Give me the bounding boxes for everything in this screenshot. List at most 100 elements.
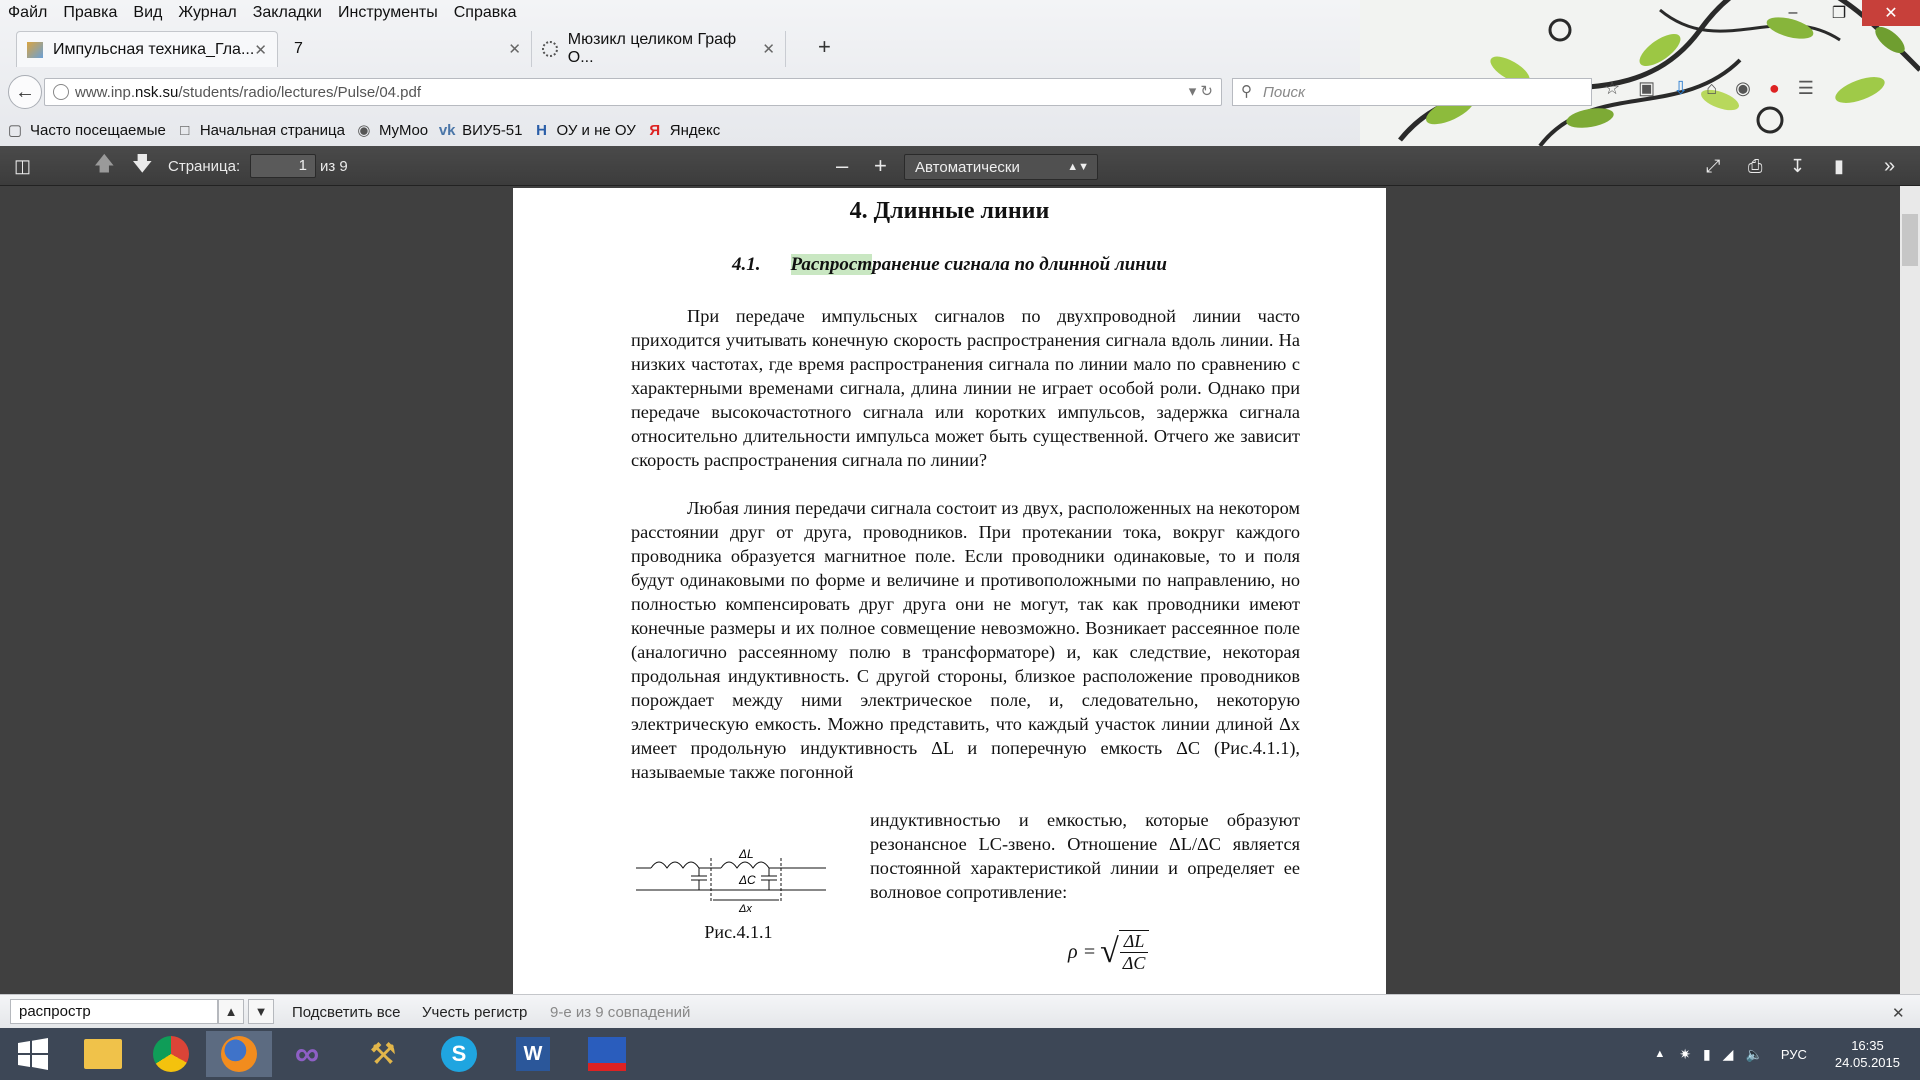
close-tab-icon[interactable]: ✕	[762, 40, 775, 58]
menu-help[interactable]: Справка	[454, 4, 517, 22]
section-title: 4.1. Распространение сигнала по длинной л…	[513, 254, 1386, 276]
adblock-icon[interactable]: ●	[1769, 78, 1780, 99]
home-icon[interactable]: ⌂	[1706, 78, 1717, 99]
url-bar[interactable]: www.inp. nsk.su/students/radio/lectures/P…	[44, 78, 1222, 106]
taskbar-circuit-app[interactable]	[574, 1031, 640, 1077]
previous-page-icon[interactable]: 🡅	[94, 146, 115, 186]
back-button[interactable]: ←	[8, 75, 42, 109]
search-input[interactable]: ⚲ Поиск	[1232, 78, 1592, 106]
highlight-all-toggle[interactable]: Подсветить все	[292, 1004, 400, 1021]
taskbar-visual-studio[interactable]: ∞	[274, 1031, 340, 1077]
chevron-updown-icon: ▲▼	[1067, 161, 1089, 173]
url-prefix: www.inp.	[75, 83, 136, 101]
search-placeholder: Поиск	[1263, 83, 1306, 101]
taskbar-word[interactable]: W	[500, 1031, 566, 1077]
menu-edit[interactable]: Правка	[63, 4, 117, 22]
page-number-input[interactable]: 1	[250, 154, 316, 178]
figure-caption: Рис.4.1.1	[704, 922, 773, 942]
paragraph-2: Любая линия передачи сигнала состоит из …	[631, 496, 1300, 784]
zoom-out-button[interactable]: –	[836, 146, 848, 186]
find-next-button[interactable]: ▼	[248, 999, 274, 1024]
new-tab-button[interactable]: +	[818, 34, 831, 60]
oscilloscope-icon	[588, 1037, 626, 1071]
tab-strip: Импульсная техника_Гла... ✕ 7 ✕ Мюзикл ц…	[16, 31, 786, 67]
yandex-icon: Я	[649, 121, 661, 139]
minimize-button[interactable]: –	[1770, 0, 1816, 26]
bookmark-label: Часто посещаемые	[30, 121, 166, 139]
taskbar-chrome[interactable]	[138, 1031, 204, 1077]
page-label: Страница:	[168, 157, 241, 175]
tools-icon: ⚒	[369, 1037, 397, 1071]
start-button[interactable]	[0, 1031, 66, 1077]
maximize-button[interactable]: ❐	[1816, 0, 1862, 26]
bookmark-ou[interactable]: H ОУ и не ОУ	[533, 122, 636, 139]
star-icon[interactable]: ☆	[1604, 78, 1620, 99]
paragraph-text: При передаче импульсных сигналов по двух…	[631, 306, 1300, 470]
chapter-title: 4. Длинные линии	[849, 198, 1050, 224]
input-language[interactable]: РУС	[1781, 1047, 1807, 1062]
taskbar-tools[interactable]: ⚒	[350, 1031, 416, 1077]
bookmark-yandex[interactable]: Я Яндекс	[646, 122, 720, 139]
image-favicon-icon	[27, 41, 43, 58]
battery-icon[interactable]: ▮	[1703, 1046, 1711, 1063]
download-icon[interactable]: ⇩	[1673, 78, 1688, 99]
clipboard-icon[interactable]: ▣	[1638, 78, 1655, 99]
find-bar	[0, 994, 1920, 1028]
presentation-mode-icon[interactable]: ⤢	[1706, 146, 1720, 186]
bookmark-viu[interactable]: vk ВИУ5-51	[438, 122, 523, 139]
volume-icon[interactable]: 🔈	[1745, 1046, 1762, 1063]
menu-bar: Файл Правка Вид Журнал Закладки Инструме…	[0, 0, 533, 26]
close-tab-icon[interactable]: ✕	[254, 41, 267, 59]
taskbar-skype[interactable]: S	[426, 1031, 492, 1077]
menu-file[interactable]: Файл	[8, 4, 47, 22]
close-tab-icon[interactable]: ✕	[508, 40, 521, 58]
menu-tools[interactable]: Инструменты	[338, 4, 438, 22]
find-input[interactable]: распростр	[10, 999, 218, 1024]
skype-icon: S	[441, 1036, 477, 1072]
window-controls: – ❐ ✕	[1770, 0, 1920, 26]
menu-view[interactable]: Вид	[133, 4, 162, 22]
next-page-icon[interactable]: 🡇	[132, 146, 153, 186]
signal-icon[interactable]: ◢	[1723, 1046, 1734, 1063]
mymoo-icon: ◉	[357, 122, 371, 139]
scrollbar[interactable]	[1900, 186, 1920, 994]
search-highlight: Распрост	[790, 254, 873, 275]
tab-7[interactable]: 7 ✕	[278, 31, 532, 67]
taskbar-firefox[interactable]	[206, 1031, 272, 1077]
menu-bookmarks[interactable]: Закладки	[253, 4, 322, 22]
globe-icon	[53, 84, 69, 100]
taskbar-explorer[interactable]	[70, 1031, 136, 1077]
save-icon[interactable]: ↧	[1790, 146, 1805, 186]
tab-pulse-pdf[interactable]: Импульсная техника_Гла... ✕	[16, 31, 278, 67]
loading-favicon-icon	[542, 41, 558, 57]
zoom-select[interactable]: Автоматически ▲▼	[904, 154, 1098, 180]
chat-icon[interactable]: ◉	[1735, 78, 1751, 99]
scrollbar-thumb[interactable]	[1902, 214, 1918, 266]
close-findbar-icon[interactable]: ✕	[1892, 1004, 1905, 1022]
bookmark-icon[interactable]: ▮	[1834, 146, 1844, 186]
formula-lhs: ρ =	[1068, 940, 1097, 963]
reload-icon[interactable]: ▾ ↻	[1189, 82, 1213, 100]
network-icon[interactable]: ✷	[1679, 1046, 1691, 1063]
clock[interactable]: 16:35 24.05.2015	[1835, 1037, 1900, 1071]
print-icon[interactable]: ⎙	[1748, 146, 1762, 186]
fraction: ΔL ΔC	[1118, 930, 1150, 974]
tab-musical[interactable]: Мюзикл целиком Граф О... ✕	[532, 31, 786, 67]
chevron-up-icon[interactable]: ▲	[1654, 1048, 1665, 1060]
menu-icon[interactable]: ☰	[1798, 78, 1814, 99]
sidebar-toggle-icon[interactable]: ◫	[14, 146, 31, 186]
find-previous-button[interactable]: ▲	[218, 999, 244, 1024]
close-window-button[interactable]: ✕	[1862, 0, 1920, 26]
bookmark-mymoo[interactable]: ◉ MyMoo	[355, 121, 428, 140]
bookmark-most-visited[interactable]: ▢ Часто посещаемые	[6, 121, 166, 140]
clock-time: 16:35	[1851, 1038, 1884, 1053]
menu-history[interactable]: Журнал	[178, 4, 236, 22]
bookmark-start-page[interactable]: □ Начальная страница	[176, 122, 345, 139]
sqrt-icon: √	[1100, 933, 1119, 970]
tools-chevron-icon[interactable]: »	[1884, 146, 1895, 186]
zoom-in-button[interactable]: +	[874, 146, 887, 186]
url-path: /students/radio/lectures/Pulse/04.pdf	[178, 83, 422, 101]
firefox-icon	[221, 1036, 257, 1072]
match-case-toggle[interactable]: Учесть регистр	[422, 1004, 527, 1021]
formula-numerator: ΔL	[1119, 931, 1149, 953]
